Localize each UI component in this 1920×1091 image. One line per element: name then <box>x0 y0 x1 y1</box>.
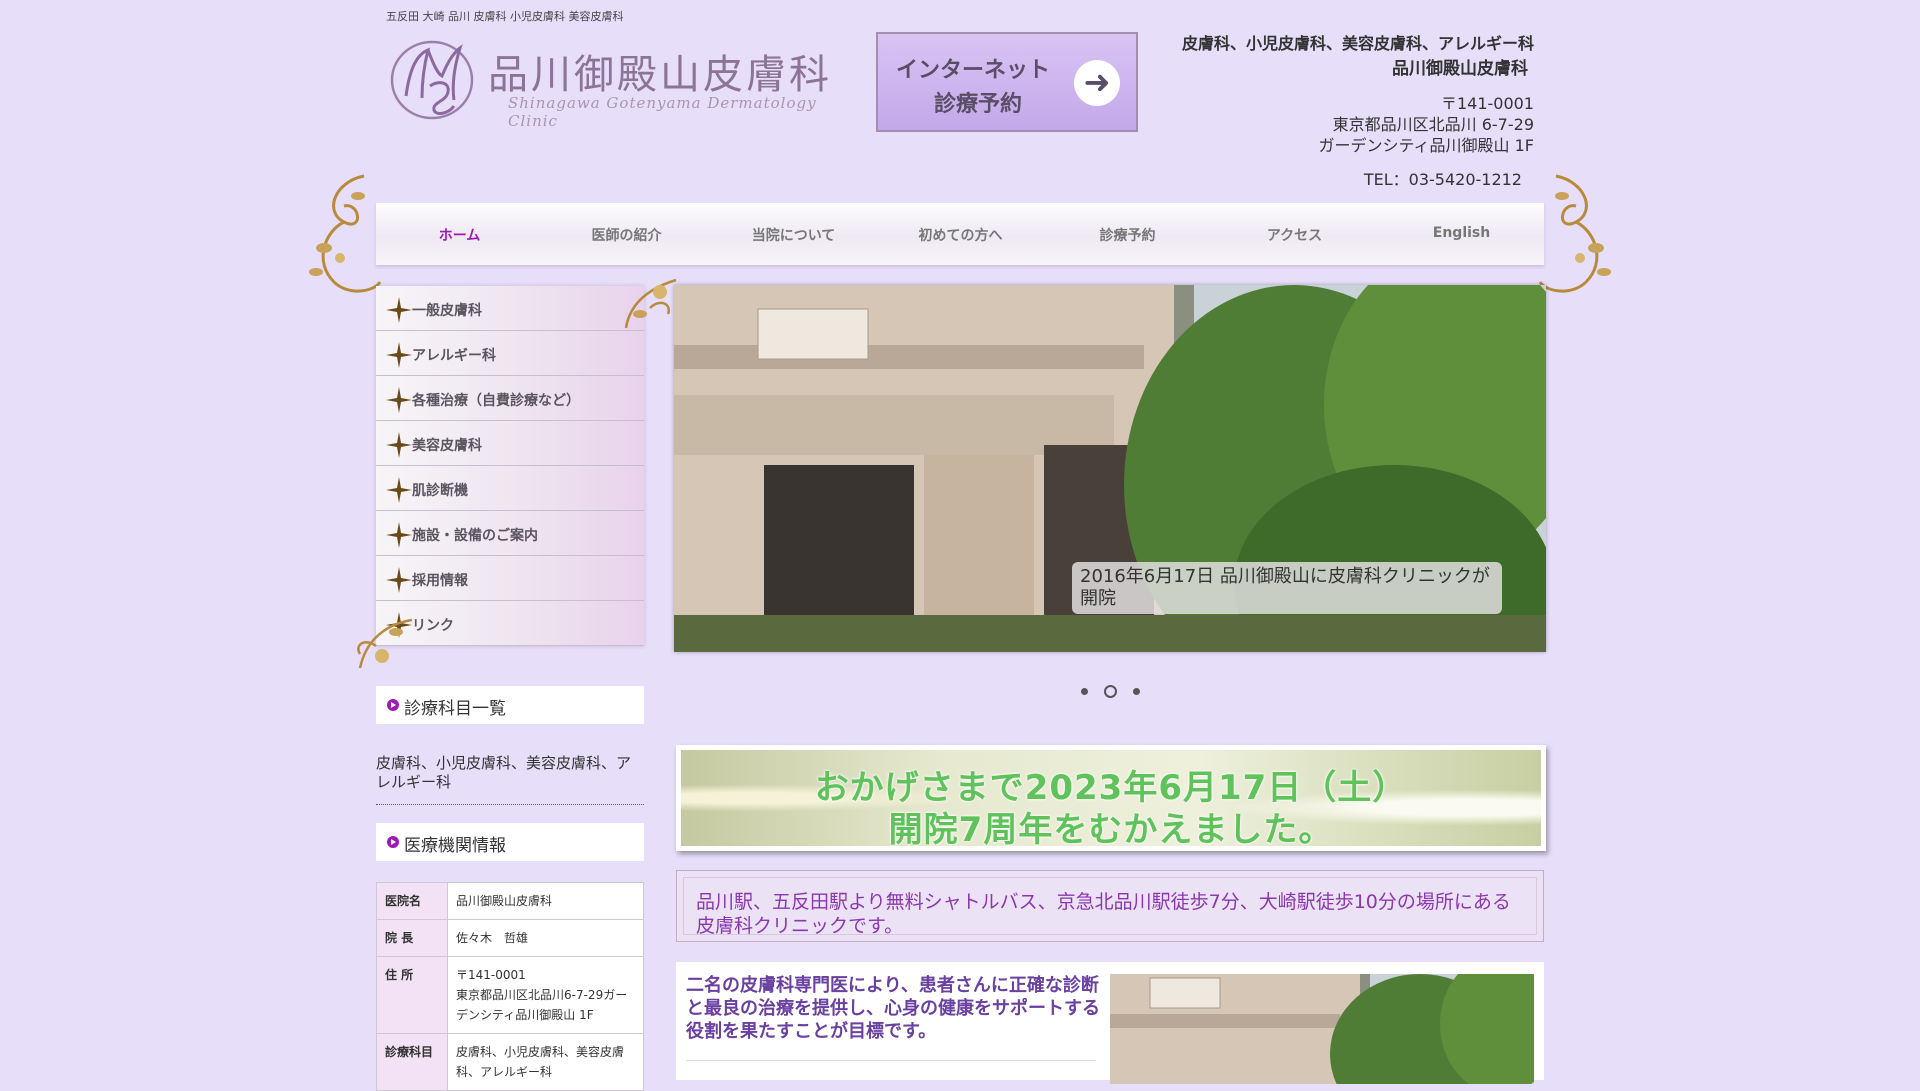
header-postal: 〒141-0001 <box>1440 94 1534 113</box>
clinic-contact-info: 皮膚科、小児皮膚科、美容皮膚科、アレルギー科 品川御殿山皮膚科 〒141-000… <box>1182 30 1534 190</box>
departments-heading: 診療科目一覧 <box>376 686 644 724</box>
nav-item-access[interactable]: アクセス <box>1211 225 1378 245</box>
departments-text: 皮膚科、小児皮膚科、美容皮膚科、アレルギー科 <box>376 754 644 805</box>
arrow-right-icon: ➜ <box>1074 60 1120 106</box>
table-key: 住 所 <box>376 956 448 1034</box>
side-menu-label: 各種治療（自費診療など） <box>412 393 580 409</box>
table-row: 住 所 〒141-0001 東京都品川区北品川6-7-29ガーデンシティ品川御殿… <box>376 956 644 1034</box>
reserve-label-line1: インターネット <box>896 58 1051 83</box>
sparkle-icon <box>386 522 412 548</box>
side-menu-item-skin-analyzer[interactable]: 肌診断機 <box>376 466 644 511</box>
side-menu: 一般皮膚科 アレルギー科 各種治療（自費診療など） 美容皮膚科 肌診断機 施設・… <box>376 286 644 646</box>
header-address-line2: ガーデンシティ品川御殿山 1F <box>1318 136 1534 155</box>
access-summary-text: 品川駅、五反田駅より無料シャトルバス、京急北品川駅徒歩7分、大崎駅徒歩10分の場… <box>683 877 1537 937</box>
sparkle-icon <box>386 432 412 458</box>
internet-reservation-button[interactable]: インターネット 診療予約 ➜ <box>876 32 1138 132</box>
logo-subtitle: Shinagawa Gotenyama Dermatology Clinic <box>508 94 817 130</box>
sparkle-icon <box>386 567 412 593</box>
divider <box>686 1060 1096 1061</box>
side-menu-item-general[interactable]: 一般皮膚科 <box>376 286 644 331</box>
header-clinic-name: 品川御殿山皮膚科 <box>1392 59 1528 79</box>
table-row: 院 長 佐々木 哲雄 <box>376 919 644 957</box>
table-row: 診療科目 皮膚科、小児皮膚科、美容皮膚科、アレルギー科 <box>376 1033 644 1091</box>
departments-title: 診療科目一覧 <box>404 699 506 719</box>
sparkle-icon <box>386 387 412 413</box>
sparkle-icon <box>386 477 412 503</box>
side-menu-label: アレルギー科 <box>412 348 496 364</box>
nav-item-doctors[interactable]: 医師の紹介 <box>543 225 710 245</box>
logo-monogram-icon <box>390 40 474 120</box>
header-address-line1: 東京都品川区北品川 6-7-29 <box>1332 115 1534 134</box>
header-tel[interactable]: TEL：03-5420-1212 <box>1182 166 1522 190</box>
gold-ornament-icon <box>357 618 413 669</box>
gold-flourish-left-icon <box>309 174 382 293</box>
side-menu-item-cosmetic[interactable]: 美容皮膚科 <box>376 421 644 466</box>
nav-item-reservation[interactable]: 診療予約 <box>1044 225 1211 245</box>
slide-caption: 2016年6月17日 品川御殿山に皮膚科クリニックが開院 <box>1072 562 1502 614</box>
side-menu-label: リンク <box>412 618 454 634</box>
table-value: 皮膚科、小児皮膚科、美容皮膚科、アレルギー科 <box>447 1033 644 1091</box>
institution-info-table: 医院名 品川御殿山皮膚科 院 長 佐々木 哲雄 住 所 〒141-0001 東京… <box>376 882 644 1091</box>
nav-item-english[interactable]: English <box>1378 225 1545 241</box>
banner-line2: 開院7周年をむかえました。 <box>888 810 1334 850</box>
header-keywords: 五反田 大崎 品川 皮膚科 小児皮膚科 美容皮膚科 <box>386 10 624 23</box>
side-menu-label: 採用情報 <box>412 573 468 589</box>
nav-item-about[interactable]: 当院について <box>710 225 877 245</box>
side-menu-item-treatments[interactable]: 各種治療（自費診療など） <box>376 376 644 421</box>
side-menu-item-allergy[interactable]: アレルギー科 <box>376 331 644 376</box>
gold-flourish-right-icon <box>1538 174 1611 293</box>
mission-text: 二名の皮膚科専門医により、患者さんに正確な診断と最良の治療を提供し、心身の健康を… <box>686 975 1100 1042</box>
flower-banner-image: おかげさまで2023年6月17日（土） 開院7周年をむかえました。 <box>681 750 1541 850</box>
table-row: 医院名 品川御殿山皮膚科 <box>376 882 644 920</box>
bullet-arrow-icon <box>387 699 399 711</box>
slide-dot-2[interactable] <box>1104 685 1117 698</box>
logo-name: 品川御殿山皮膚科 <box>488 52 832 98</box>
sparkle-icon <box>386 342 412 368</box>
table-value: 佐々木 哲雄 <box>447 919 644 957</box>
side-menu-item-links[interactable]: リンク <box>376 601 644 646</box>
side-menu-label: 肌診断機 <box>412 483 468 499</box>
table-key: 医院名 <box>376 882 448 920</box>
sparkle-icon <box>386 297 412 323</box>
side-menu-item-facilities[interactable]: 施設・設備のご案内 <box>376 511 644 556</box>
table-key: 診療科目 <box>376 1033 448 1091</box>
mission-section: 二名の皮膚科専門医により、患者さんに正確な診断と最良の治療を提供し、心身の健康を… <box>676 962 1544 1084</box>
side-menu-label: 美容皮膚科 <box>412 438 482 454</box>
table-value: 〒141-0001 東京都品川区北品川6-7-29ガーデンシティ品川御殿山 1F <box>447 956 644 1034</box>
slide-dot-1[interactable] <box>1081 688 1088 695</box>
access-summary-box: 品川駅、五反田駅より無料シャトルバス、京急北品川駅徒歩7分、大崎駅徒歩10分の場… <box>676 870 1544 942</box>
anniversary-banner[interactable]: おかげさまで2023年6月17日（土） 開院7周年をむかえました。 <box>676 745 1546 851</box>
side-menu-label: 一般皮膚科 <box>412 303 482 319</box>
header-departments: 皮膚科、小児皮膚科、美容皮膚科、アレルギー科 <box>1181 34 1534 53</box>
side-menu-item-recruit[interactable]: 採用情報 <box>376 556 644 601</box>
institution-heading: 医療機関情報 <box>376 823 644 861</box>
nav-item-home[interactable]: ホーム <box>376 225 543 245</box>
table-value: 品川御殿山皮膚科 <box>447 882 644 920</box>
side-menu-label: 施設・設備のご案内 <box>412 528 538 544</box>
slide-dot-3[interactable] <box>1133 688 1140 695</box>
clinic-logo[interactable]: 品川御殿山皮膚科 Shinagawa Gotenyama Dermatology… <box>388 36 848 130</box>
institution-title: 医療機関情報 <box>404 836 506 856</box>
reserve-label-line2: 診療予約 <box>934 92 1023 117</box>
table-key: 院 長 <box>376 919 448 957</box>
main-navigation: ホーム 医師の紹介 当院について 初めての方へ 診療予約 アクセス Englis… <box>376 203 1544 265</box>
clinic-building-thumbnail <box>1110 974 1534 1084</box>
bullet-arrow-icon <box>387 836 399 848</box>
nav-item-first-visit[interactable]: 初めての方へ <box>877 225 1044 245</box>
